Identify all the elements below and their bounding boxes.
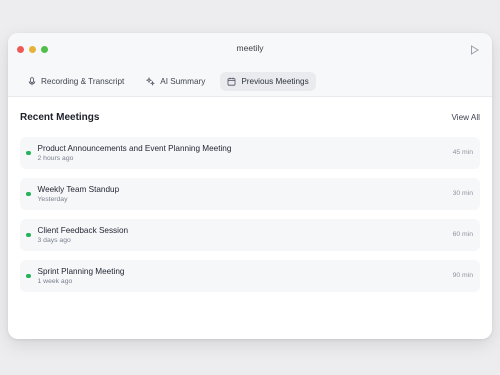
- meeting-title: Sprint Planning Meeting: [37, 267, 125, 276]
- tab-recording-transcript[interactable]: Recording & Transcript: [21, 72, 131, 91]
- title-bar: meetily: [8, 33, 492, 67]
- meeting-duration: 45 min: [452, 149, 473, 156]
- main-content: Recent Meetings View All Product Announc…: [8, 97, 492, 292]
- meeting-text: Weekly Team Standup Yesterday: [38, 185, 120, 203]
- sparkle-icon: [146, 77, 156, 86]
- status-dot: [26, 232, 31, 238]
- window-title: meetily: [236, 43, 264, 53]
- meeting-text: Product Announcements and Event Planning…: [38, 144, 232, 162]
- meeting-list-item[interactable]: Weekly Team Standup Yesterday 30 min: [20, 178, 480, 210]
- status-dot: [26, 191, 31, 197]
- meeting-title: Product Announcements and Event Planning…: [37, 144, 232, 153]
- meeting-text: Client Feedback Session 3 days ago: [38, 226, 129, 244]
- meeting-list-item[interactable]: Client Feedback Session 3 days ago 60 mi…: [20, 219, 480, 251]
- meeting-duration: 60 min: [452, 231, 473, 238]
- meeting-time: 3 days ago: [37, 237, 71, 244]
- tab-ai-summary[interactable]: AI Summary: [139, 72, 212, 91]
- meeting-time: Yesterday: [37, 196, 68, 203]
- meeting-text: Sprint Planning Meeting 1 week ago: [38, 267, 125, 285]
- tab-label: Previous Meetings: [241, 77, 309, 86]
- microphone-icon: [28, 77, 36, 86]
- app-window: meetily Recording & Transcript AI Summar…: [8, 33, 492, 339]
- status-dot: [26, 273, 31, 279]
- tab-label: Recording & Transcript: [41, 77, 125, 86]
- meeting-time: 1 week ago: [37, 278, 73, 285]
- tab-label: AI Summary: [160, 77, 206, 86]
- meeting-list-item[interactable]: Product Announcements and Event Planning…: [20, 137, 480, 169]
- meeting-duration: 90 min: [452, 272, 473, 279]
- view-all-link[interactable]: View All: [451, 113, 480, 122]
- meeting-title: Client Feedback Session: [37, 226, 129, 235]
- section-header: Recent Meetings View All: [20, 97, 480, 137]
- play-icon[interactable]: [470, 45, 479, 55]
- calendar-icon: [227, 77, 236, 86]
- meeting-time: 2 hours ago: [37, 155, 74, 162]
- section-title: Recent Meetings: [20, 111, 100, 123]
- status-dot: [26, 150, 31, 156]
- meeting-list-item[interactable]: Sprint Planning Meeting 1 week ago 90 mi…: [20, 260, 480, 292]
- tab-previous-meetings[interactable]: Previous Meetings: [220, 72, 316, 91]
- meeting-duration: 30 min: [452, 190, 473, 197]
- tab-bar: Recording & Transcript AI Summary Previo…: [8, 67, 492, 97]
- meeting-title: Weekly Team Standup: [37, 185, 120, 194]
